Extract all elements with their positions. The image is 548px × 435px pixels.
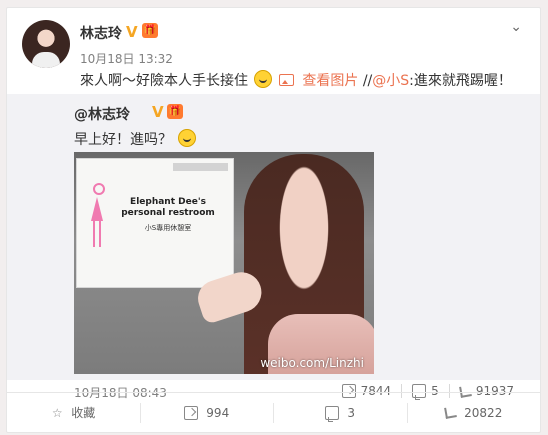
verified-badge: V <box>126 23 138 41</box>
post-timestamp[interactable]: 10月18日 13:32 <box>80 50 173 67</box>
sign-line3: 小S專用休憩室 <box>144 224 192 232</box>
sign-line2: personal restroom <box>121 208 215 218</box>
like-button[interactable]: 20822 <box>406 402 541 423</box>
post-text-main: 來人啊～好險本人手长接住 <box>80 73 248 89</box>
repost-text: 早上好！進吗？ <box>74 129 198 149</box>
blush-emoji-icon <box>178 129 197 147</box>
woman-restroom-icon <box>87 183 107 255</box>
sign-line1: Elephant Dee's <box>130 197 206 207</box>
image-icon <box>278 74 294 86</box>
post-text-suffix: :進來就飛踢喔！ <box>409 73 512 89</box>
like-icon <box>444 406 458 419</box>
avatar[interactable] <box>22 20 70 68</box>
comment-count: 3 <box>347 405 356 420</box>
favorite-label: 收藏 <box>71 406 96 420</box>
sign-logo-strip <box>173 163 228 171</box>
grin-emoji-icon <box>254 70 273 88</box>
share-icon <box>184 405 199 420</box>
comment-icon <box>325 405 340 422</box>
member-badge-icon: 🎁 <box>142 23 158 38</box>
mention-link[interactable]: @小S <box>372 73 409 89</box>
action-bar: ☆ 收藏 994 3 20822 <box>7 392 540 432</box>
restroom-sign: Elephant Dee's personal restroom 小S專用休憩室 <box>76 158 234 288</box>
post-photo[interactable]: Elephant Dee's personal restroom 小S專用休憩室… <box>74 152 374 374</box>
repost-username[interactable]: @林志玲 <box>74 104 130 124</box>
comment-button[interactable]: 3 <box>273 402 407 423</box>
post-text: 來人啊～好險本人手长接住 查看图片 //@小S:進來就飛踢喔！ <box>80 70 512 90</box>
share-button[interactable]: 994 <box>139 402 274 423</box>
favorite-button[interactable]: ☆ 收藏 <box>7 403 140 423</box>
share-count: 994 <box>206 405 230 420</box>
view-image-label: 查看图片 <box>302 73 359 89</box>
post-username[interactable]: 林志玲 <box>80 23 122 43</box>
repost-separator: // <box>362 73 373 89</box>
repost-member-badge-icon: 🎁 <box>167 104 183 119</box>
photo-watermark: weibo.com/Linzhi <box>260 356 364 370</box>
repost-text-content: 早上好！進吗？ <box>74 132 172 148</box>
view-image-link[interactable]: 查看图片 <box>278 73 363 89</box>
star-icon: ☆ <box>51 405 63 420</box>
sign-title: Elephant Dee's personal restroom <box>113 197 223 219</box>
chevron-down-icon[interactable]: ⌄ <box>510 19 522 35</box>
repost-verified-badge: V <box>152 103 164 121</box>
weibo-post-card: 林志玲 V 🎁 10月18日 13:32 ⌄ 來人啊～好險本人手长接住 查看图片… <box>6 7 541 433</box>
repost-container: @林志玲 V 🎁 早上好！進吗？ Elephant Dee's personal… <box>7 94 540 400</box>
like-count: 20822 <box>464 405 503 420</box>
